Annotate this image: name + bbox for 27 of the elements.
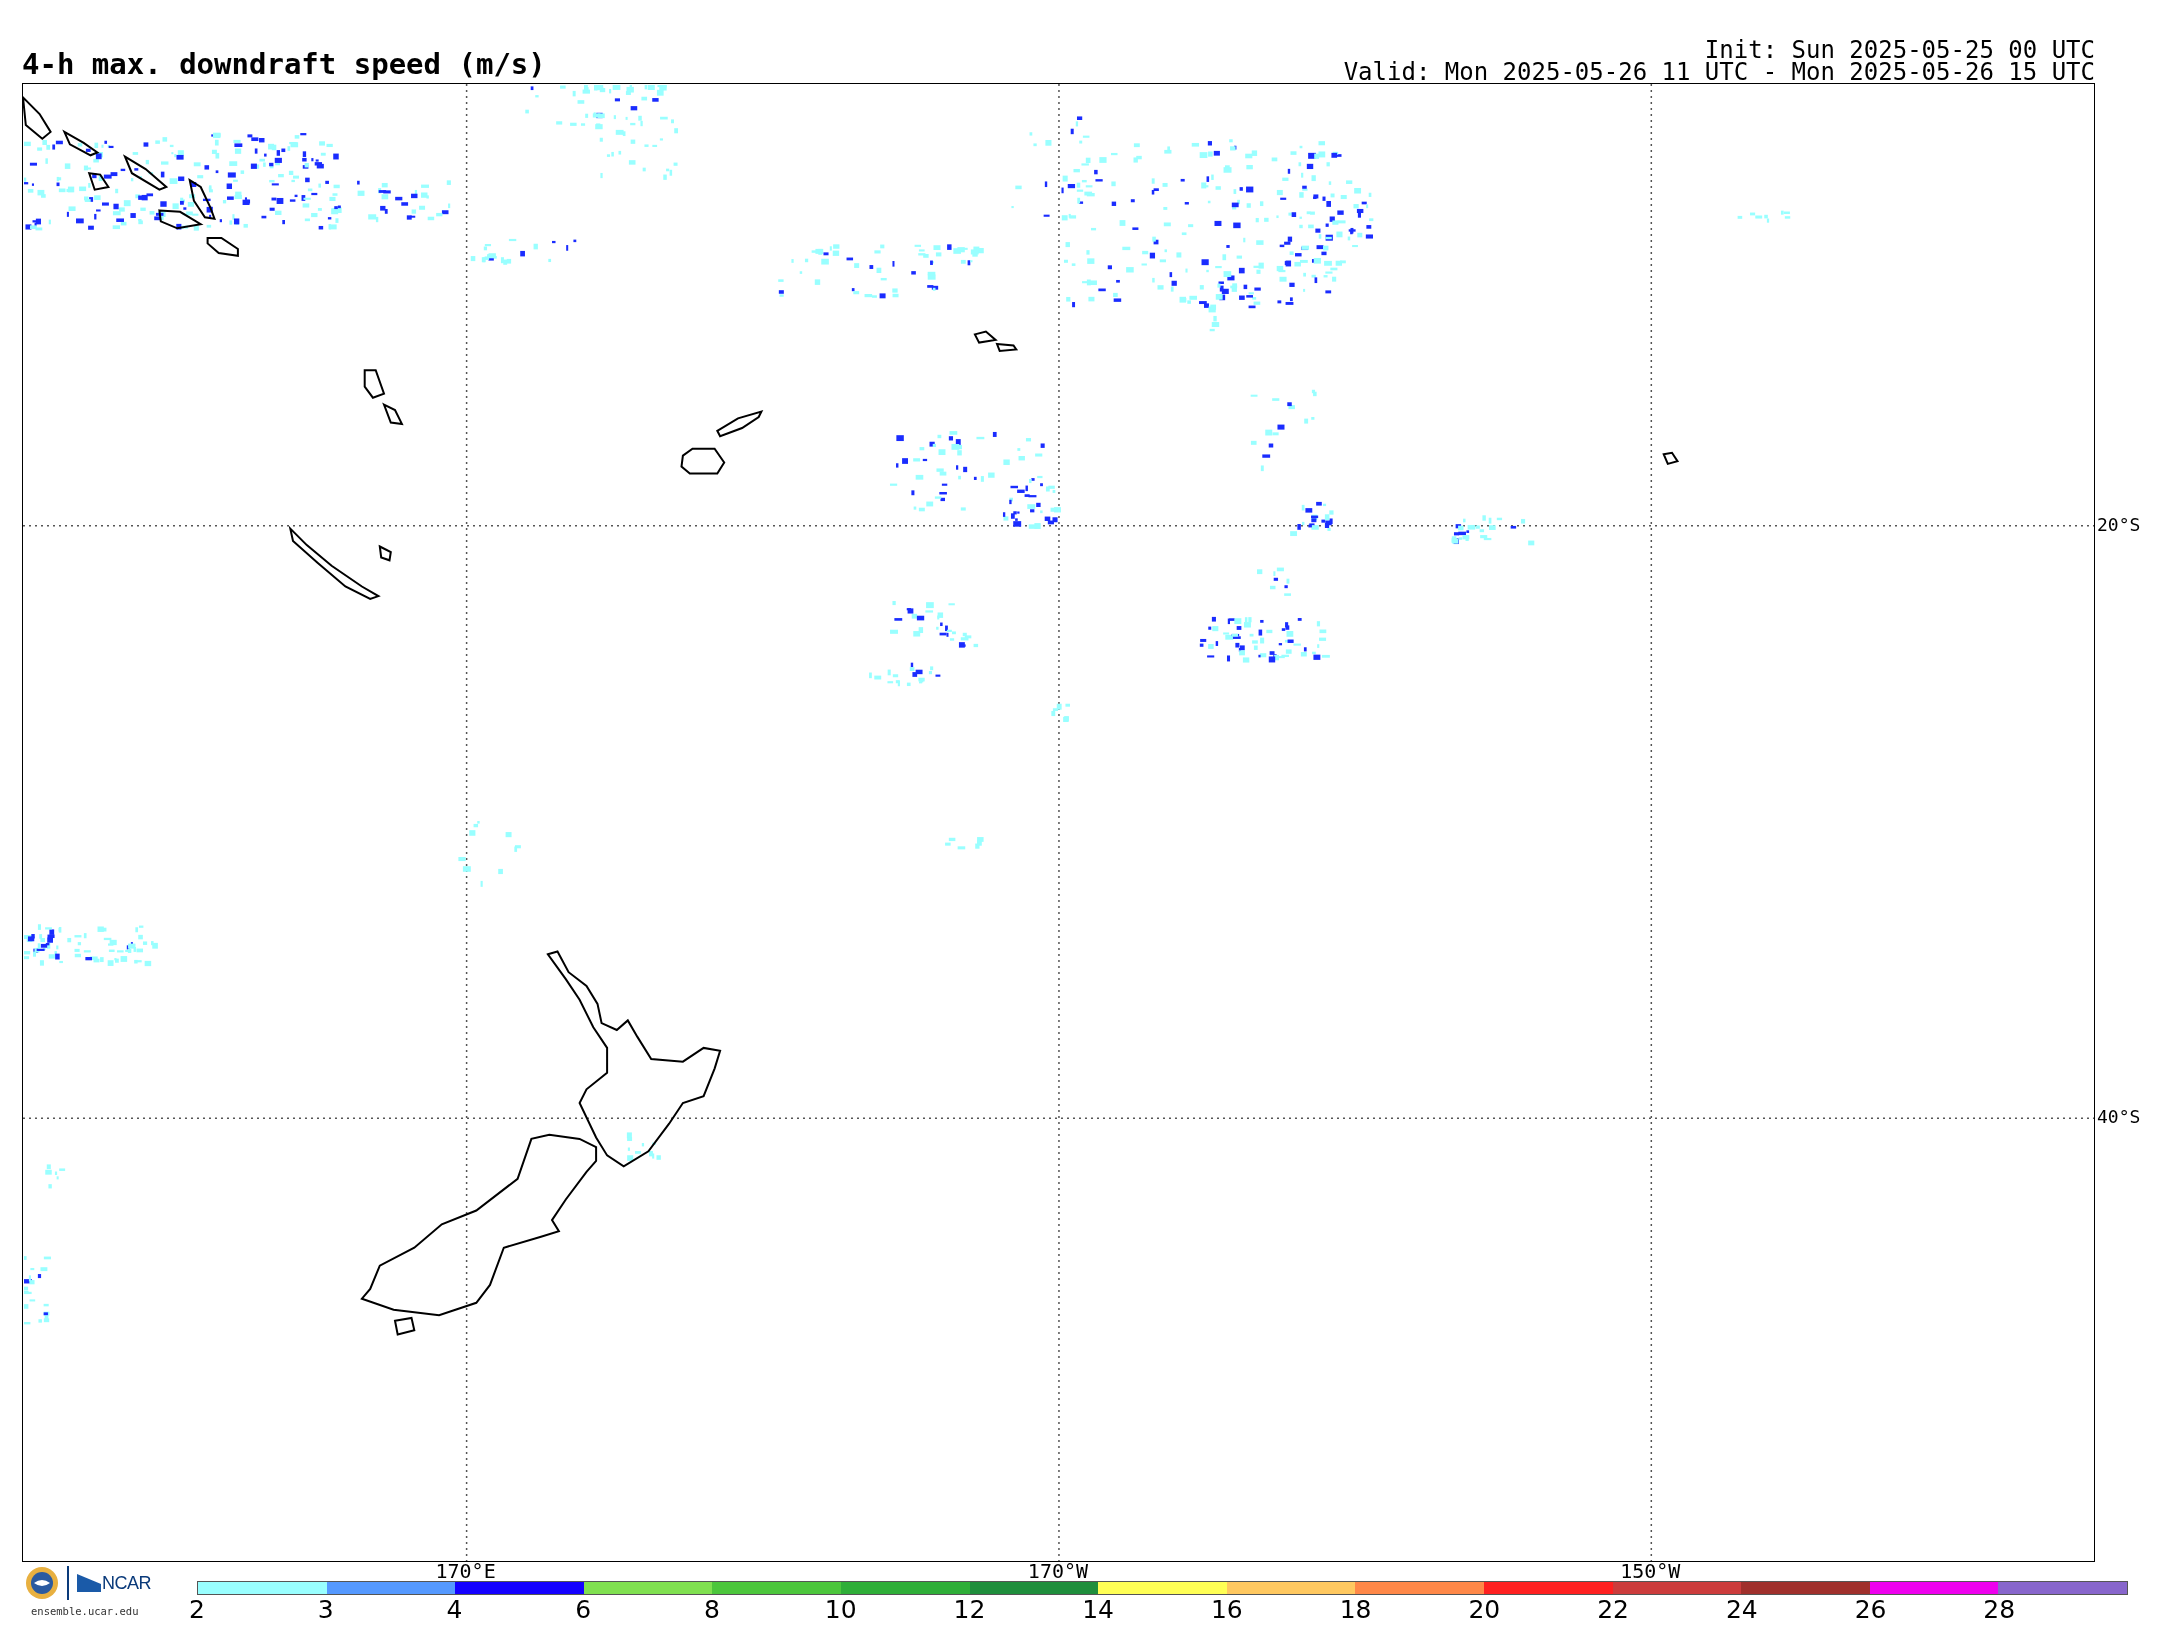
colorbar-tick-label: 24	[1725, 1595, 1758, 1625]
chart-title: 4-h max. downdraft speed (m/s)	[22, 50, 546, 83]
colorbar-tick-label: 22	[1597, 1595, 1629, 1625]
latitude-label: 20°S	[2097, 515, 2141, 534]
colorbar-tick-label: 20	[1468, 1595, 1501, 1625]
logo-divider	[67, 1566, 69, 1600]
longitude-label: 150°W	[1620, 1562, 1681, 1580]
site-url: ensemble.ucar.edu	[31, 1605, 139, 1617]
longitude-label: 170°E	[435, 1562, 496, 1580]
longitude-label: 170°W	[1027, 1562, 1089, 1580]
colorbar-tick-label: 3	[317, 1595, 334, 1625]
colorbar-tick-label: 18	[1339, 1595, 1372, 1625]
init-time: Init: Sun 2025-05-25 00 UTC	[1704, 39, 2095, 61]
ncar-logo: NCAR	[77, 1572, 151, 1594]
valid-time: Valid: Mon 2025-05-26 11 UTC - Mon 2025-05-26 15 UTC	[1343, 61, 2095, 83]
colorbar-tick-label: 6	[575, 1595, 592, 1625]
colorbar-tick-label: 4	[446, 1595, 463, 1625]
latitude-label: 40°S	[2097, 1108, 2141, 1127]
globe-emblem-icon	[25, 1566, 59, 1600]
colorbar-tick-label: 2	[189, 1595, 205, 1625]
colorbar-tick-label: 16	[1210, 1595, 1243, 1625]
colorbar-tick-label: 12	[953, 1595, 986, 1625]
colorbar-tick-label: 28	[1983, 1595, 2016, 1625]
colorbar-tick-label: 14	[1082, 1595, 1115, 1625]
colorbar-tick-label: 10	[824, 1595, 857, 1625]
colorbar-tick-label: 26	[1854, 1595, 1887, 1625]
colorbar-tick-label: 8	[703, 1595, 720, 1625]
